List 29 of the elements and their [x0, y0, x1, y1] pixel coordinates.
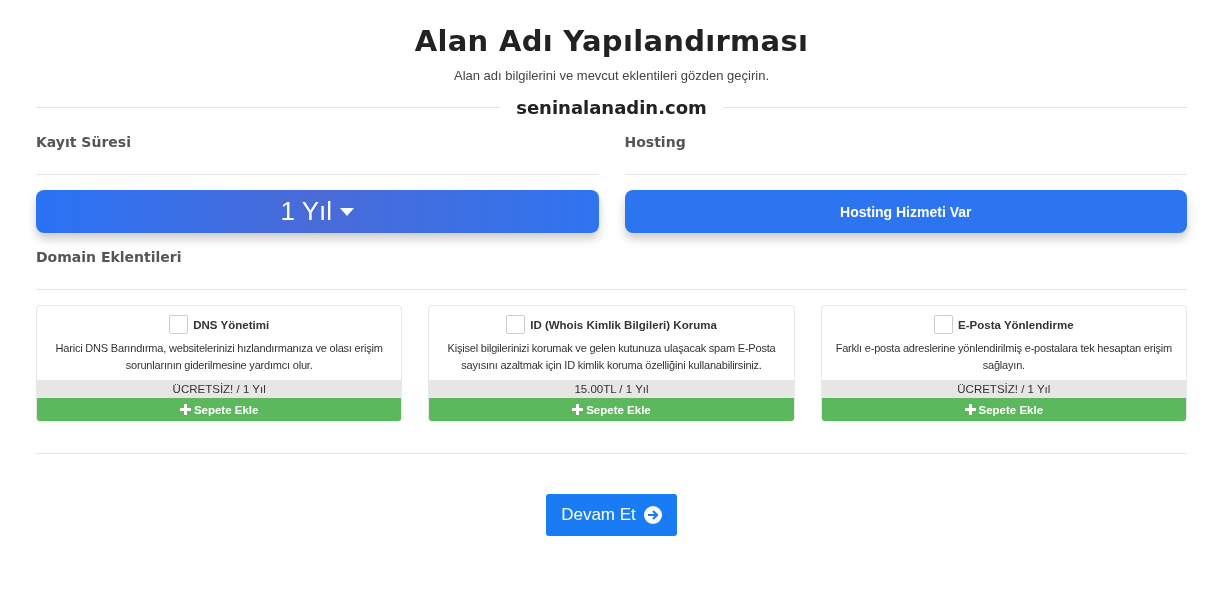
- plus-icon: [572, 404, 584, 415]
- checkbox[interactable]: [506, 315, 526, 334]
- plus-icon: [964, 404, 976, 415]
- addon-price: ÜCRETSİZ! / 1 Yıl: [37, 380, 402, 398]
- hosting-button[interactable]: Hosting Hizmeti Var: [624, 190, 1187, 233]
- continue-button[interactable]: Devam Et: [546, 494, 677, 536]
- domain-name: seninalanadin.com: [516, 97, 707, 118]
- add-to-cart-button[interactable]: Sepete Ekle: [821, 398, 1186, 421]
- caret-icon: [340, 207, 355, 216]
- addon-name: E-Posta Yönlendirme: [958, 318, 1074, 331]
- period-dropdown[interactable]: 1 Yıl: [36, 190, 599, 233]
- arrow-right-icon: [643, 506, 662, 524]
- add-to-cart-button[interactable]: Sepete Ekle: [429, 398, 794, 421]
- addon-price: ÜCRETSİZ! / 1 Yıl: [821, 380, 1186, 398]
- addon-description: Harici DNS Barındırma, websitelerinizi hızlandırmanıza ve olası erişim sorunlarının giderilmesine yardımcı olur.: [54, 341, 384, 373]
- plus-icon: [179, 404, 191, 415]
- checkbox[interactable]: [934, 315, 954, 334]
- addon-name: ID (Whois Kimlik Bilgileri) Koruma: [530, 318, 717, 331]
- addon-description: Farklı e-posta adreslerine yönlendirilmiş e-postalara tek hesaptan erişim sağlayın.: [834, 341, 1173, 373]
- section-label: Kayıt Süresi: [36, 134, 132, 152]
- section-label: Domain Eklentileri: [36, 249, 183, 267]
- section-label: Hosting: [624, 134, 687, 152]
- addon-price: 15.00TL / 1 Yıl: [429, 380, 794, 398]
- checkbox[interactable]: [169, 315, 189, 334]
- page-subtitle: Alan adı bilgilerini ve mevcut eklentileri gözden geçirin.: [452, 68, 771, 83]
- addon-name: DNS Yönetimi: [193, 318, 270, 331]
- addon-description: Kişisel bilgilerinizi korumak ve gelen kutunuza ulaşacak spam E-Posta sayısını azaltmak için ID kimlik koruma özelliğini kullanabilirsiniz.: [446, 341, 777, 373]
- add-to-cart-button[interactable]: Sepete Ekle: [37, 398, 402, 421]
- page-title: Alan Adı Yapılandırması: [413, 23, 810, 58]
